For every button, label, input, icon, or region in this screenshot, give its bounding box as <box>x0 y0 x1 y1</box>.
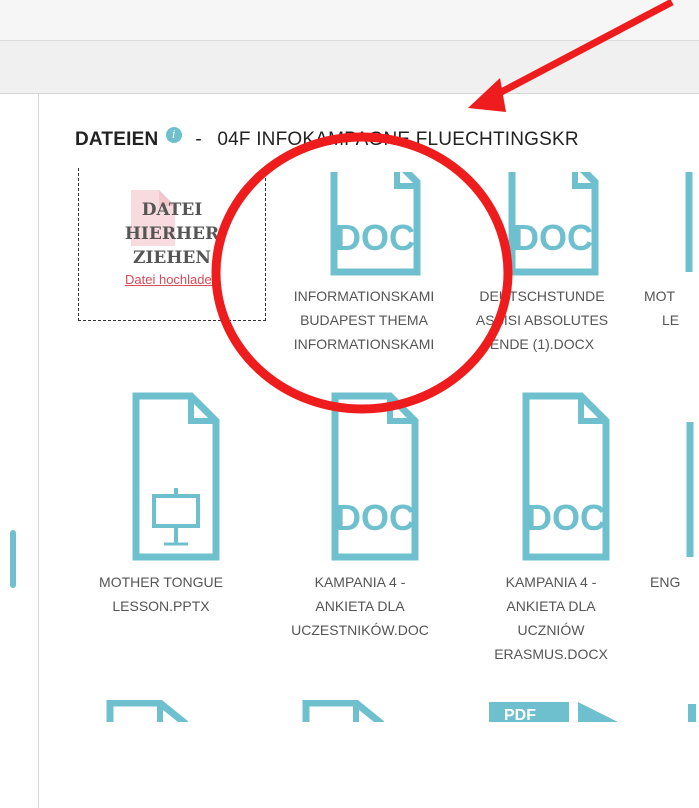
red-arrow-icon <box>468 0 674 112</box>
annotation-overlay <box>211 0 674 414</box>
red-circle-highlight <box>211 132 513 414</box>
